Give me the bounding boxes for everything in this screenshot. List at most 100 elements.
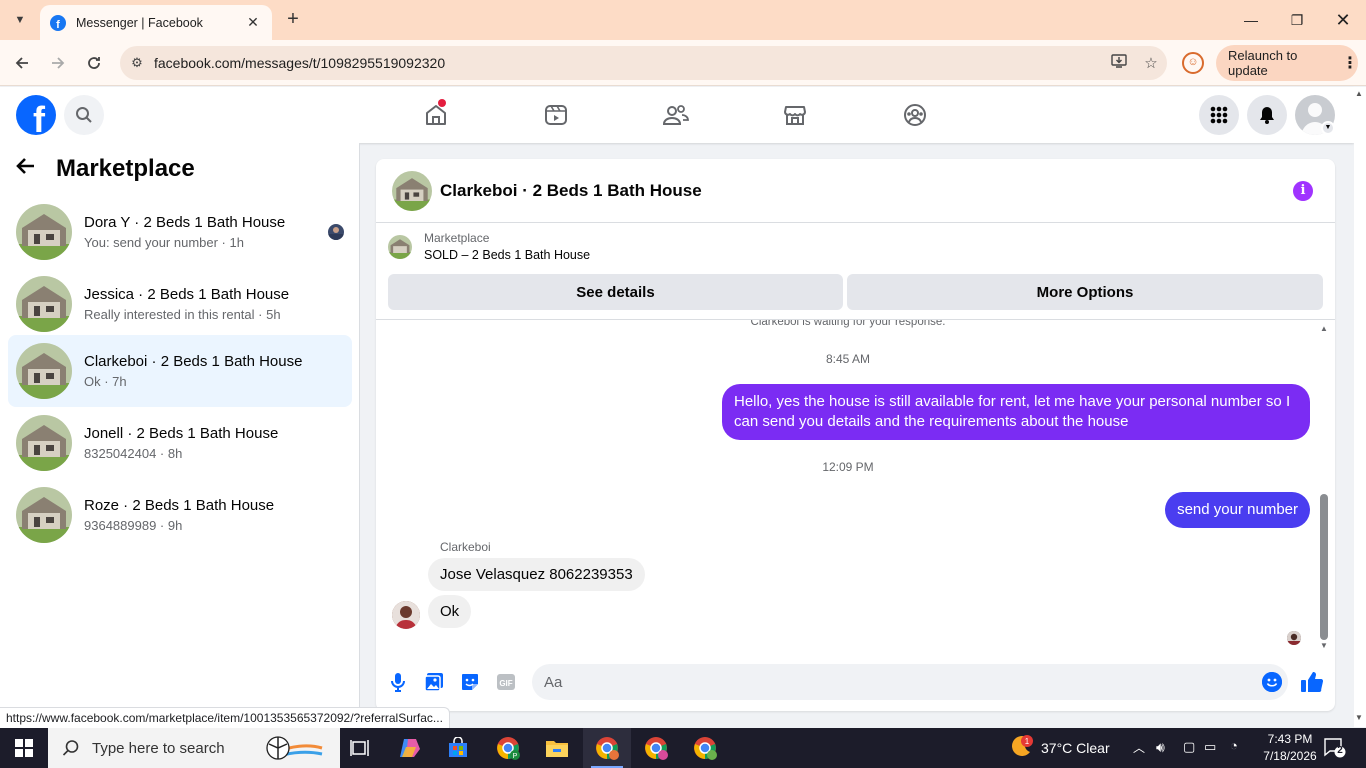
bell-icon[interactable] <box>1247 95 1287 135</box>
conversation-item-active[interactable]: Clarkeboi · 2 Beds 1 Bath House Ok · 7h <box>8 335 352 407</box>
sender-name: Clarkeboi <box>440 540 491 554</box>
bookmark-star-icon[interactable]: ☆ <box>1135 54 1167 72</box>
clock-time: 7:43 PM <box>1267 732 1313 746</box>
conversation-name: Dora Y · 2 Beds 1 Bath House <box>84 214 286 231</box>
incoming-message[interactable]: Ok <box>428 595 472 628</box>
minimize-icon[interactable]: — <box>1228 0 1274 40</box>
conversation-item[interactable]: Roze · 2 Beds 1 Bath House 9364889989 · … <box>8 479 352 551</box>
page-scrollbar[interactable]: ▲ ▼ <box>1354 87 1366 727</box>
file-explorer-icon[interactable] <box>533 728 581 768</box>
task-view-icon[interactable] <box>336 728 384 768</box>
site-settings-icon[interactable]: ⚙ <box>120 55 154 71</box>
thumbs-up-icon[interactable] <box>1300 670 1324 694</box>
video-icon[interactable] <box>536 95 576 135</box>
tab-search-icon[interactable]: ▼ <box>8 8 32 32</box>
menu-grid-icon[interactable] <box>1199 95 1239 135</box>
back-icon[interactable] <box>9 50 35 76</box>
back-arrow-icon[interactable] <box>16 155 48 183</box>
search-highlight-icon <box>266 736 323 760</box>
facebook-logo[interactable]: f <box>16 95 56 135</box>
scrollbar-thumb[interactable] <box>1320 494 1328 640</box>
home-icon[interactable] <box>416 95 456 135</box>
weather-icon[interactable]: 1 <box>1008 734 1034 760</box>
chrome-taskbar-icon[interactable] <box>632 728 680 768</box>
taskbar-search-placeholder: Type here to search <box>92 739 225 757</box>
address-url[interactable]: facebook.com/messages/t/1098295519092320 <box>154 55 1103 71</box>
emoji-icon[interactable] <box>1262 672 1282 692</box>
page-scroll-down-icon[interactable]: ▼ <box>1355 713 1363 722</box>
facebook-header: f ▼ <box>0 87 1354 143</box>
taskbar-search[interactable]: Type here to search <box>48 728 340 768</box>
install-app-icon[interactable] <box>1103 53 1135 73</box>
tray-chevron-up-icon[interactable]: ︿ <box>1133 739 1145 756</box>
battery-icon[interactable]: ▭ <box>1204 739 1216 755</box>
waiting-note: Clarkeboi is waiting for your response. <box>750 320 946 328</box>
message-composer: GIF <box>376 659 1335 705</box>
volume-icon[interactable]: 🔊︎ <box>1156 739 1165 756</box>
copilot-icon[interactable] <box>386 728 434 768</box>
outgoing-message[interactable]: send your number <box>1165 492 1310 528</box>
conversation-item[interactable]: Jonell · 2 Beds 1 Bath House 8325042404 … <box>8 407 352 479</box>
windows-start-icon[interactable] <box>0 728 48 768</box>
conversation-name: Jessica · 2 Beds 1 Bath House <box>84 286 290 303</box>
taskbar-clock[interactable]: 7:43 PM 7/18/2026 <box>1258 731 1322 765</box>
chevron-down-icon[interactable]: ▼ <box>1321 121 1335 135</box>
facebook-favicon-icon: f <box>50 14 66 31</box>
restore-icon[interactable]: ❐ <box>1274 0 1320 40</box>
more-vert-icon[interactable]: ⋮ <box>1342 53 1358 73</box>
friends-icon[interactable] <box>656 95 696 135</box>
forward-icon[interactable] <box>45 50 71 76</box>
conversation-item[interactable]: Dora Y · 2 Beds 1 Bath House You: send y… <box>8 196 352 268</box>
browser-toolbar: ⚙ facebook.com/messages/t/10982955190923… <box>0 40 1366 86</box>
chrome-taskbar-icon[interactable] <box>583 728 631 768</box>
see-details-button[interactable]: See details <box>388 274 843 310</box>
microphone-icon[interactable] <box>386 670 410 694</box>
relaunch-button[interactable]: Relaunch to update ⋮ <box>1216 45 1358 81</box>
info-icon[interactable]: i <box>1293 181 1313 201</box>
page-scroll-up-icon[interactable]: ▲ <box>1355 89 1363 98</box>
chrome-taskbar-icon[interactable] <box>681 728 729 768</box>
conversation-snippet: 8325042404 · 8h <box>84 446 183 461</box>
chrome-profile-icon[interactable]: ☺ <box>1182 52 1204 74</box>
chrome-profile-p-icon[interactable]: P <box>484 728 532 768</box>
conversation-name: Clarkeboi · 2 Beds 1 Bath House <box>84 353 303 370</box>
conversation-snippet: 9364889989 · 9h <box>84 518 183 533</box>
tab-title: Messenger | Facebook <box>76 15 203 30</box>
gif-icon[interactable]: GIF <box>494 670 518 694</box>
svg-text:GIF: GIF <box>499 679 512 688</box>
tab-close-icon[interactable]: ✕ <box>244 14 262 31</box>
clock-date: 7/18/2026 <box>1263 749 1317 763</box>
marketplace-icon[interactable] <box>775 95 815 135</box>
incoming-message[interactable]: Jose Velasquez 8062239353 <box>428 558 645 591</box>
photo-icon[interactable] <box>422 670 446 694</box>
home-notification-dot <box>438 99 446 107</box>
more-options-button[interactable]: More Options <box>847 274 1323 310</box>
conversation-item[interactable]: Jessica · 2 Beds 1 Bath House Really int… <box>8 268 352 340</box>
message-scrollbar[interactable]: ▲ ▼ <box>1319 324 1329 650</box>
message-input[interactable] <box>532 664 1288 700</box>
wifi-icon[interactable]: ◔ <box>1230 738 1238 753</box>
browser-tab[interactable]: f Messenger | Facebook ✕ <box>40 5 272 40</box>
reload-icon[interactable] <box>81 50 107 76</box>
chat-title[interactable]: Clarkeboi · 2 Beds 1 Bath House <box>440 181 702 201</box>
scroll-down-icon[interactable]: ▼ <box>1319 641 1329 650</box>
address-bar[interactable]: ⚙ facebook.com/messages/t/10982955190923… <box>120 46 1167 80</box>
sender-avatar[interactable] <box>392 601 420 629</box>
house-thumbnail <box>16 415 72 471</box>
sticker-icon[interactable] <box>458 670 482 694</box>
scroll-up-icon[interactable]: ▲ <box>1319 324 1329 333</box>
weather-text[interactable]: 37°C Clear <box>1041 740 1110 756</box>
groups-icon[interactable] <box>895 95 935 135</box>
outgoing-message[interactable]: Hello, yes the house is still available … <box>722 384 1310 440</box>
store-icon[interactable] <box>434 728 482 768</box>
close-window-icon[interactable]: ✕ <box>1320 0 1366 40</box>
camera-icon[interactable]: ▢ <box>1183 739 1195 755</box>
search-icon[interactable] <box>64 95 104 135</box>
new-tab-icon[interactable]: + <box>282 9 304 31</box>
search-icon <box>62 740 79 756</box>
listing-strip[interactable]: Marketplace SOLD – 2 Beds 1 Bath House <box>388 231 590 262</box>
chat-house-thumbnail[interactable] <box>392 170 432 211</box>
windows-taskbar: Type here to search P 1 37°C Clear ︿ 🔊︎ … <box>0 728 1366 768</box>
notification-center-icon[interactable]: 2 <box>1324 738 1346 758</box>
relaunch-label: Relaunch to update <box>1228 48 1298 78</box>
